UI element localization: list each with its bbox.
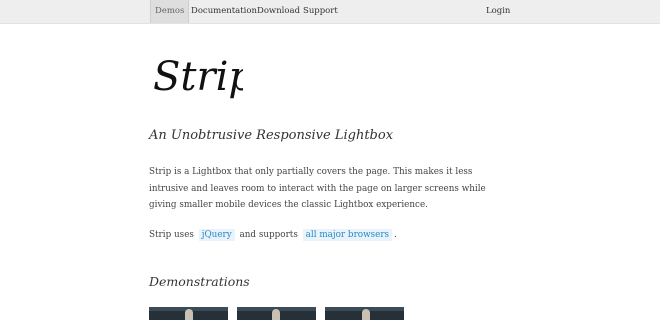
uses-prefix: Strip uses xyxy=(149,230,194,240)
uses-line: Strip uses jQuery and supports all major… xyxy=(149,228,397,242)
nav-demos[interactable]: Demos xyxy=(150,0,190,23)
thumb-figure xyxy=(362,309,370,320)
demo-thumbnail-1[interactable] xyxy=(149,307,228,320)
logo-text: Strip xyxy=(153,54,243,100)
demo-thumbnail-3[interactable] xyxy=(325,307,404,320)
nav-documentation[interactable]: Documentation xyxy=(191,0,257,23)
top-navbar: Demos Documentation Download Support Log… xyxy=(0,0,660,24)
intro-paragraph: Strip is a Lightbox that only partially … xyxy=(149,167,486,210)
jquery-link[interactable]: jQuery xyxy=(198,229,235,241)
uses-middle: and supports xyxy=(239,230,298,240)
nav-support[interactable]: Support xyxy=(303,0,338,23)
uses-suffix: . xyxy=(394,230,397,240)
thumb-figure xyxy=(185,309,193,320)
demonstrations-heading: Demonstrations xyxy=(149,274,250,289)
strip-logo: Strip xyxy=(153,54,243,100)
nav-login[interactable]: Login xyxy=(486,0,510,23)
page-subtitle: An Unobtrusive Responsive Lightbox xyxy=(149,128,394,143)
browsers-link[interactable]: all major browsers xyxy=(302,229,393,241)
thumb-figure xyxy=(272,309,280,320)
demo-thumbnail-2[interactable] xyxy=(237,307,316,320)
nav-download[interactable]: Download xyxy=(257,0,300,23)
